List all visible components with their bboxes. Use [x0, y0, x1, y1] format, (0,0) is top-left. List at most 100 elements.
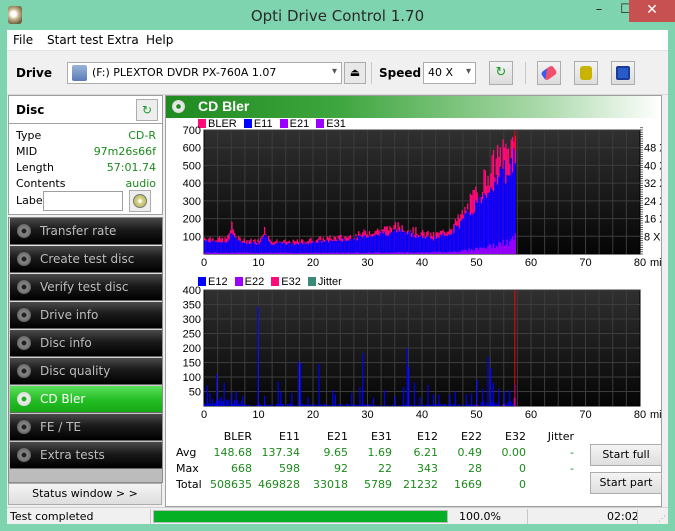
speed-select[interactable]: 40 X ▾	[423, 62, 476, 84]
disc-label-input[interactable]	[43, 191, 123, 211]
erase-button[interactable]	[537, 61, 561, 85]
e21-bar	[355, 252, 357, 254]
nav-verify-test-disc[interactable]: Verify test disc	[10, 274, 162, 301]
drive-select[interactable]: (F:) PLEXTOR DVDR PX-760A 1.07 ▾	[67, 62, 342, 84]
e22-bar	[366, 405, 369, 406]
close-button[interactable]: ✕	[629, 0, 675, 22]
e11-bar	[277, 243, 279, 254]
menu-start-test[interactable]: Start test	[47, 33, 103, 47]
e21-bar	[351, 252, 353, 254]
stat-value: 0.49	[457, 446, 483, 459]
nav-cd-bler[interactable]: CD Bler	[10, 386, 162, 413]
e12-bar	[215, 374, 218, 406]
disc-refresh-button[interactable]: ↻	[136, 99, 158, 121]
e11-bar	[360, 236, 363, 254]
e11-bar	[204, 240, 206, 254]
nav-fe-te[interactable]: FE / TE	[10, 414, 162, 441]
progress-bar	[153, 510, 448, 523]
e21-bar	[259, 252, 262, 254]
start-full-button[interactable]: Start full	[590, 444, 662, 466]
disc-label-button[interactable]	[129, 190, 151, 212]
e21-bar	[306, 252, 308, 254]
y-tick-label: 200	[183, 214, 201, 226]
start-part-button[interactable]: Start part	[590, 472, 662, 494]
menu-help[interactable]: Help	[146, 33, 173, 47]
nav-transfer-rate[interactable]: Transfer rate	[10, 218, 162, 245]
status-window-button[interactable]: Status window > >	[8, 483, 162, 505]
e12-bar	[311, 404, 313, 406]
nav-disc-quality[interactable]: Disc quality	[10, 358, 162, 385]
e12-bar	[341, 403, 343, 406]
e12-bar	[481, 388, 484, 406]
nav-disc-info[interactable]: Disc info	[10, 330, 162, 357]
e12-bar	[223, 382, 225, 406]
e21-bar	[319, 252, 322, 254]
e21-bar	[405, 252, 408, 254]
e21-bar	[232, 252, 234, 254]
e11-bar	[466, 209, 469, 254]
e12-bar	[465, 394, 467, 406]
e11-bar	[323, 241, 326, 254]
e11-bar	[322, 240, 324, 254]
disc-gear-icon	[17, 448, 31, 462]
e21-bar	[326, 252, 328, 254]
e21-bar	[480, 247, 482, 254]
wrench-icon	[580, 66, 592, 80]
e11-bar	[501, 169, 503, 254]
save-button[interactable]	[611, 61, 635, 85]
e12-bar	[239, 403, 241, 406]
e21-bar	[404, 252, 406, 254]
e21-bar	[402, 252, 405, 254]
e21-bar	[486, 248, 488, 254]
e21-bar	[356, 252, 358, 254]
e12-bar	[310, 404, 312, 406]
e21-bar	[407, 251, 409, 254]
e12-bar	[432, 394, 435, 406]
e12-bar	[469, 404, 471, 406]
e21-bar	[502, 239, 504, 254]
eject-button[interactable]: ⏏	[344, 62, 366, 84]
e11-bar	[313, 241, 315, 254]
e12-bar	[450, 403, 452, 406]
e12-bar	[348, 404, 350, 406]
menu-extra[interactable]: Extra	[107, 33, 139, 47]
e11-bar	[371, 236, 373, 254]
nav-create-test-disc[interactable]: Create test disc	[10, 246, 162, 273]
e12-bar	[438, 394, 440, 406]
nav-label: Drive info	[40, 308, 99, 322]
e12-bar	[411, 404, 413, 406]
e11-bar	[315, 242, 318, 254]
e12-bar	[351, 392, 353, 406]
e21-bar	[247, 252, 249, 254]
resize-grip-icon[interactable]: ⋰	[658, 514, 666, 523]
e11-bar	[387, 235, 390, 254]
e11-bar	[229, 233, 232, 254]
disc-gear-icon	[17, 280, 31, 294]
e12-bar	[445, 403, 447, 406]
minimize-button[interactable]: –	[585, 0, 613, 22]
e11-bar	[300, 242, 303, 254]
e11-bar	[401, 231, 403, 254]
refresh-speed-button[interactable]: ↻	[489, 61, 513, 85]
nav-drive-info[interactable]: Drive info	[10, 302, 162, 329]
menu-file[interactable]: File	[13, 33, 33, 47]
e21-bar	[217, 252, 219, 254]
e11-bar	[411, 236, 413, 254]
e12-bar	[427, 385, 429, 406]
e11-bar	[283, 242, 285, 254]
e12-bar	[208, 403, 210, 406]
e21-bar	[221, 252, 224, 254]
e11-bar	[254, 244, 256, 254]
disc-row-mid: MID 97m26s66f	[16, 145, 156, 161]
stat-value: 668	[231, 462, 252, 475]
settings-button[interactable]	[574, 61, 598, 85]
x-tick-label: 10	[252, 409, 264, 421]
e21-bar	[381, 252, 383, 254]
e11-bar	[281, 243, 284, 254]
e21-bar	[238, 252, 240, 254]
e12-bar	[272, 404, 274, 406]
nav-extra-tests[interactable]: Extra tests	[10, 442, 162, 469]
disc-gear-icon	[17, 252, 31, 266]
e12-bar	[383, 390, 386, 406]
stat-value: 28	[468, 462, 482, 475]
